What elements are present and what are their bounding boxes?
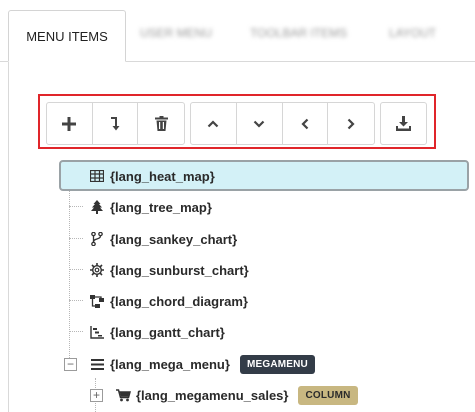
tree-item-chord-diagram[interactable]: {lang_chord_diagram} bbox=[88, 287, 248, 315]
insert-below-icon bbox=[111, 116, 120, 130]
tree-item-label: {lang_gantt_chart} bbox=[110, 324, 225, 340]
code-branch-icon bbox=[88, 232, 106, 246]
sitemap-icon bbox=[88, 294, 106, 308]
tab-toolbar-items[interactable]: TOOLBAR ITEMS bbox=[250, 26, 347, 40]
add-item-button[interactable] bbox=[47, 103, 93, 144]
tree-item-heat-map[interactable]: {lang_heat_map} bbox=[88, 162, 215, 190]
column-badge: COLUMN bbox=[298, 385, 358, 405]
tree-item-megamenu-sales[interactable]: {lang_megamenu_sales} COLUMN bbox=[114, 381, 358, 409]
tree-icon bbox=[88, 200, 106, 214]
expand-toggle[interactable]: + bbox=[90, 389, 103, 402]
export-button-group bbox=[380, 102, 427, 145]
menu-editor: MENU ITEMS USER MENU TOOLBAR ITEMS LAYOU… bbox=[0, 0, 475, 412]
edit-button-group bbox=[46, 102, 185, 145]
download-icon bbox=[396, 116, 411, 131]
move-up-button[interactable] bbox=[191, 103, 237, 144]
panel-border bbox=[8, 61, 9, 412]
plus-icon bbox=[62, 116, 77, 131]
gear-icon bbox=[88, 263, 106, 277]
tree-guide-line bbox=[69, 206, 83, 207]
table-icon bbox=[88, 170, 106, 182]
outdent-button[interactable] bbox=[283, 103, 329, 144]
tree-item-sankey-chart[interactable]: {lang_sankey_chart} bbox=[88, 225, 237, 253]
tree-item-label: {lang_sankey_chart} bbox=[110, 231, 238, 247]
delete-item-button[interactable] bbox=[138, 103, 184, 144]
tree-item-label: {lang_megamenu_sales} bbox=[136, 387, 289, 403]
bars-icon bbox=[88, 358, 106, 370]
chevron-left-icon bbox=[301, 118, 309, 129]
collapse-toggle[interactable]: − bbox=[64, 358, 77, 371]
tree-item-sunburst-chart[interactable]: {lang_sunburst_chart} bbox=[88, 256, 249, 284]
trash-icon bbox=[154, 116, 168, 131]
tree-guide-line bbox=[69, 269, 83, 270]
indent-button[interactable] bbox=[328, 103, 374, 144]
move-button-group bbox=[190, 102, 375, 145]
tree-item-label: {lang_sunburst_chart} bbox=[110, 262, 249, 278]
cart-icon bbox=[114, 388, 132, 402]
gantt-icon bbox=[88, 325, 106, 339]
tree-item-gantt-chart[interactable]: {lang_gantt_chart} bbox=[88, 318, 225, 346]
chevron-up-icon bbox=[208, 119, 219, 127]
tree-guide-line bbox=[69, 331, 83, 332]
tree-guide-line bbox=[69, 300, 83, 301]
tab-layout[interactable]: LAYOUT bbox=[389, 26, 436, 40]
tree-item-label: {lang_tree_map} bbox=[110, 199, 212, 215]
tree-item-label: {lang_mega_menu} bbox=[110, 356, 230, 372]
tree-item-label: {lang_chord_diagram} bbox=[110, 293, 248, 309]
tree-guide-line bbox=[69, 238, 83, 239]
tree-item-label: {lang_heat_map} bbox=[110, 168, 215, 184]
tab-menu-items[interactable]: MENU ITEMS bbox=[8, 10, 126, 62]
megamenu-badge: MEGAMENU bbox=[239, 354, 315, 374]
download-button[interactable] bbox=[381, 103, 426, 144]
tab-user-menu[interactable]: USER MENU bbox=[140, 26, 212, 40]
insert-child-button[interactable] bbox=[93, 103, 139, 144]
tree-item-tree-map[interactable]: {lang_tree_map} bbox=[88, 193, 212, 221]
tree-guide-line bbox=[69, 190, 70, 368]
chevron-right-icon bbox=[347, 118, 355, 129]
chevron-down-icon bbox=[253, 120, 265, 128]
tab-bar: MENU ITEMS USER MENU TOOLBAR ITEMS LAYOU… bbox=[0, 0, 475, 62]
move-down-button[interactable] bbox=[237, 103, 283, 144]
tree-item-mega-menu[interactable]: {lang_mega_menu} MEGAMENU bbox=[88, 350, 315, 378]
